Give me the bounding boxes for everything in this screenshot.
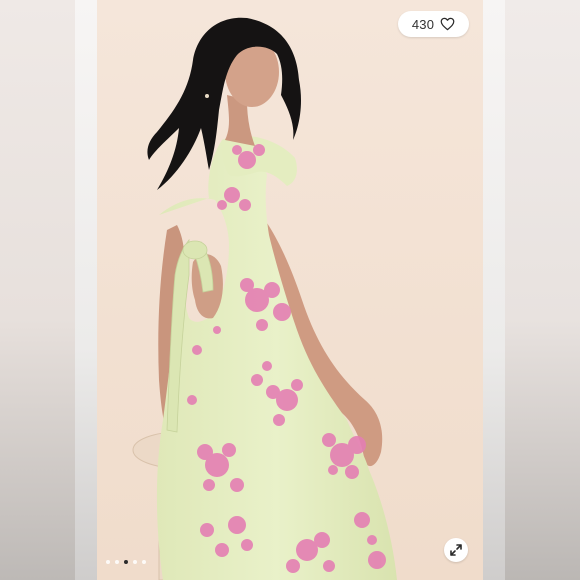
carousel-dot[interactable] xyxy=(142,560,146,564)
carousel-dot[interactable] xyxy=(115,560,119,564)
like-button[interactable]: 430 xyxy=(398,11,469,37)
blurred-background-left xyxy=(0,0,97,580)
heart-outline-icon xyxy=(440,17,455,31)
like-count: 430 xyxy=(411,16,435,32)
carousel-dots xyxy=(106,560,146,564)
listing-image-viewer: 430 xyxy=(0,0,580,580)
product-photo[interactable] xyxy=(97,0,483,580)
carousel-dot[interactable] xyxy=(133,560,137,564)
carousel-dot[interactable] xyxy=(124,560,128,564)
carousel-dot[interactable] xyxy=(106,560,110,564)
expand-image-button[interactable] xyxy=(444,538,468,562)
blurred-background-right xyxy=(483,0,580,580)
expand-arrows-icon xyxy=(450,544,462,556)
model-in-floral-dress-image xyxy=(97,0,483,580)
